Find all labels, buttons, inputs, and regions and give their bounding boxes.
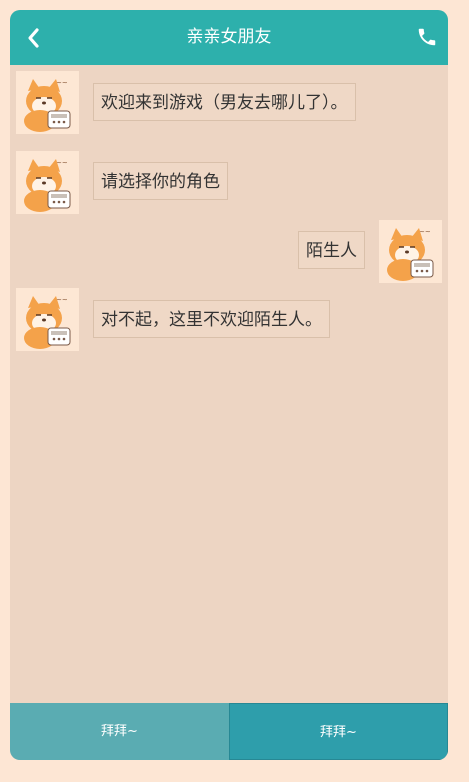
shiba-dog-avatar[interactable]: ~~	[16, 151, 79, 214]
shiba-dog-icon: ~~	[379, 220, 442, 283]
message-row: ~~ 请选择你的角色	[10, 145, 448, 215]
message-row: ~~ 欢迎来到游戏（男友去哪儿了）。	[10, 65, 448, 145]
chat-header: 亲亲女朋友	[10, 10, 448, 65]
message-bubble: 陌生人	[298, 231, 365, 269]
phone-icon[interactable]	[416, 26, 438, 48]
message-bubble: 对不起，这里不欢迎陌生人。	[93, 300, 330, 338]
shiba-dog-icon: ~~	[16, 151, 79, 214]
shiba-dog-avatar[interactable]: ~~	[16, 288, 79, 351]
chat-title: 亲亲女朋友	[186, 27, 272, 47]
message-bubble: 请选择你的角色	[93, 162, 228, 200]
message-list: ~~ 欢迎来到游戏（男友去哪儿了）。 ~~ 请选择你的角色 陌生人 ~~ ~~ …	[10, 65, 448, 703]
message-row: 陌生人 ~~	[10, 215, 448, 285]
reply-option-left-button[interactable]: 拜拜~	[10, 703, 229, 760]
shiba-dog-avatar[interactable]: ~~	[16, 71, 79, 134]
message-bubble: 欢迎来到游戏（男友去哪儿了）。	[93, 83, 356, 121]
shiba-dog-icon: ~~	[16, 71, 79, 134]
message-row: ~~ 对不起，这里不欢迎陌生人。	[10, 283, 448, 358]
chat-window: 亲亲女朋友 ~~ 欢迎来到游戏（男友去哪儿了）。 ~~ 请选择你的角色 陌生人 …	[10, 10, 448, 760]
shiba-dog-icon: ~~	[16, 288, 79, 351]
shiba-dog-avatar[interactable]: ~~	[379, 220, 442, 283]
reply-option-right-button[interactable]: 拜拜~	[229, 703, 448, 760]
reply-options: 拜拜~ 拜拜~	[10, 703, 448, 760]
